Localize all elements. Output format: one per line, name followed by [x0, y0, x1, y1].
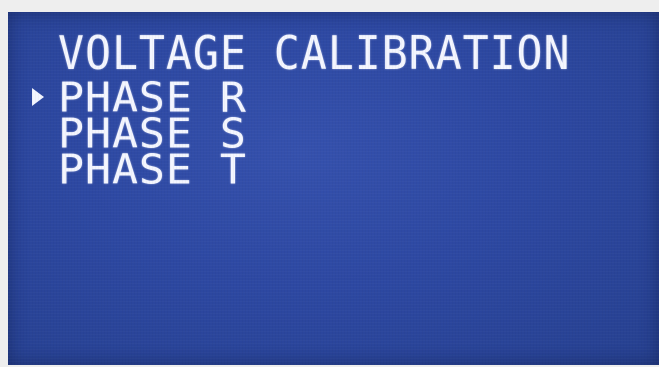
device-frame: VOLTAGE CALIBRATION PHASE R PHASE S PHAS…: [0, 0, 659, 367]
lcd-screen: VOLTAGE CALIBRATION PHASE R PHASE S PHAS…: [8, 12, 659, 365]
calibration-menu: VOLTAGE CALIBRATION PHASE R PHASE S PHAS…: [8, 12, 659, 365]
menu-item-label: PHASE T: [58, 144, 247, 194]
page-title: VOLTAGE CALIBRATION: [58, 26, 571, 80]
triangle-right-icon: [30, 80, 58, 114]
menu-item-phase-t[interactable]: PHASE T: [30, 144, 259, 194]
